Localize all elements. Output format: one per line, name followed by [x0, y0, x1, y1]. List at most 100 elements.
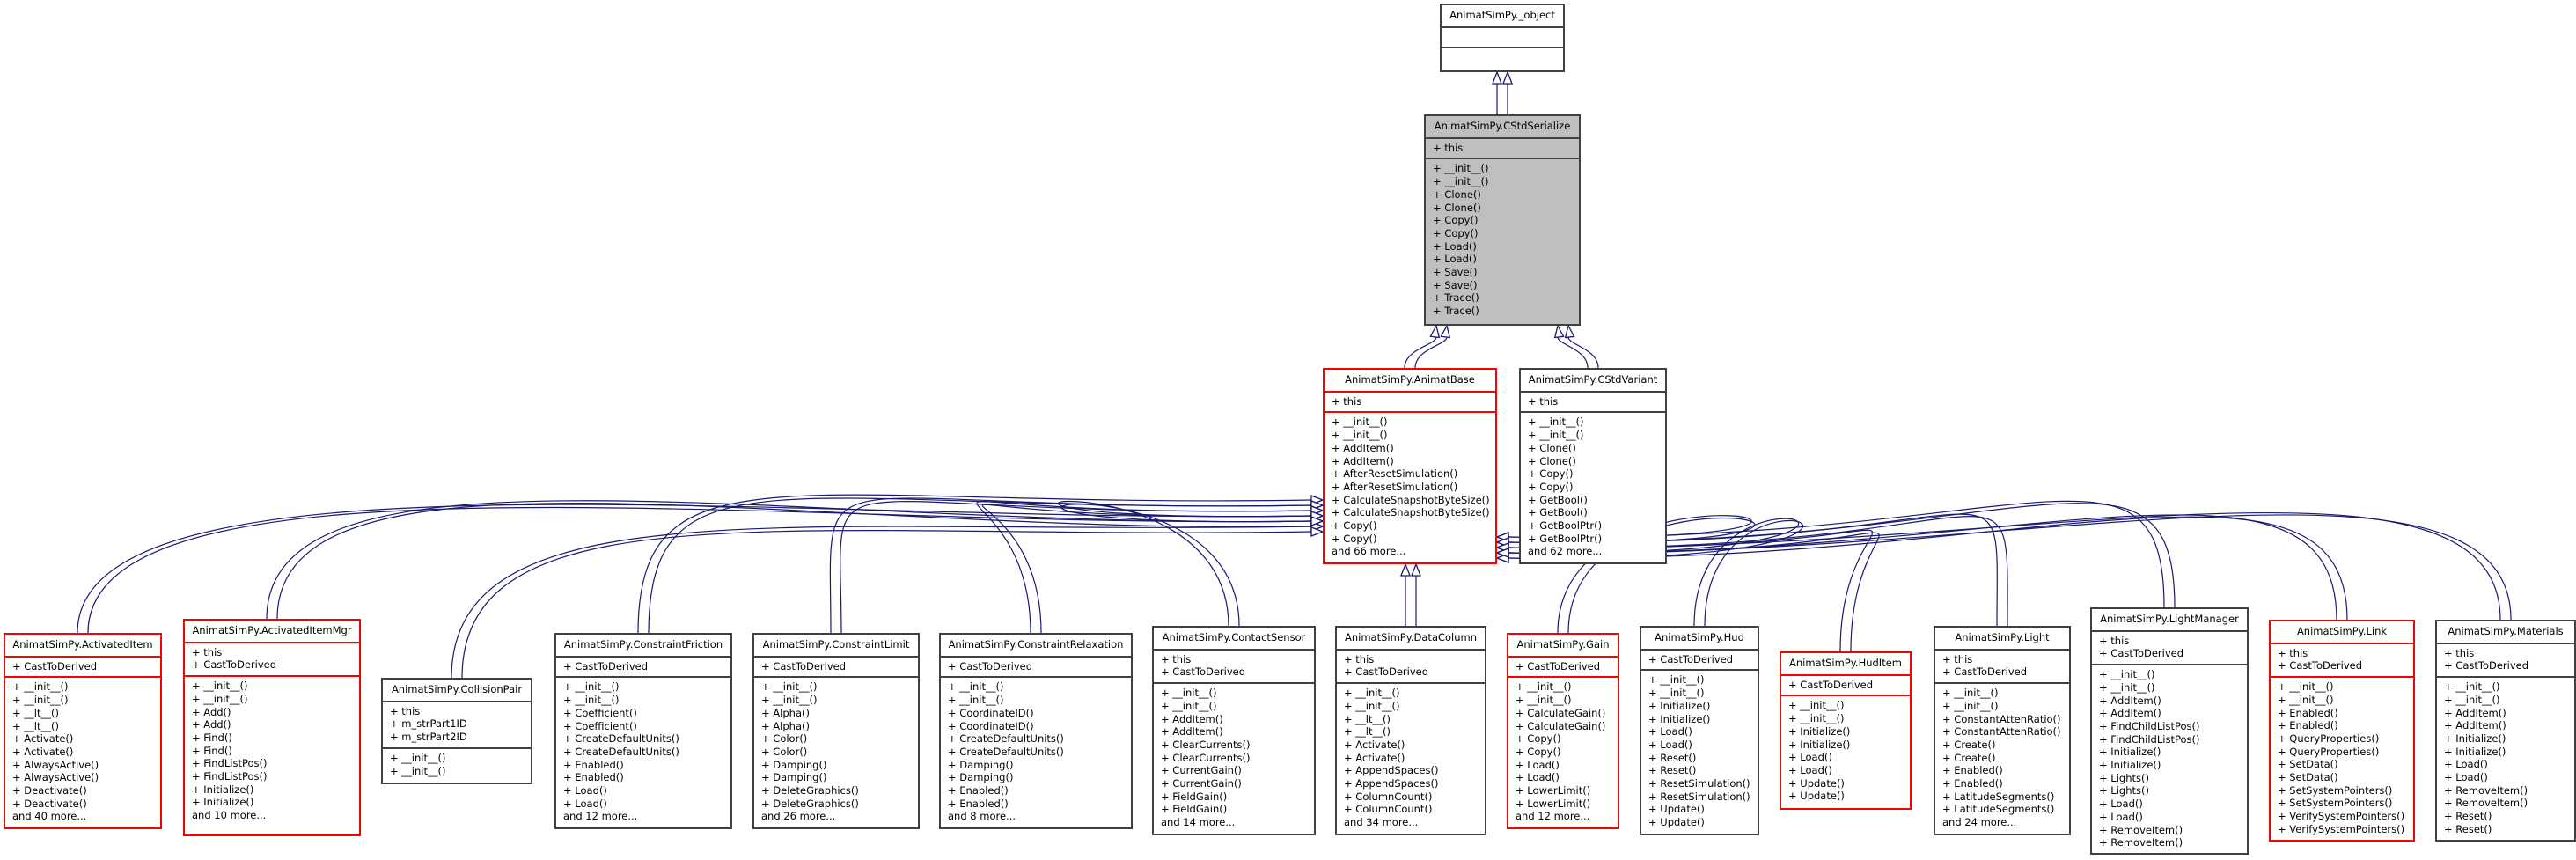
hollow-arrow-icon [1411, 562, 1421, 577]
more-members-link[interactable]: and 34 more... [1344, 816, 1478, 829]
method-item: + __init__() [1344, 699, 1400, 712]
method-item: + LowerLimit() [1516, 797, 1591, 810]
class-name[interactable]: AnimatSimPy.HudItem [1781, 653, 1910, 676]
methods-section: + __init__() + __init__() + ConstantAttenR… [1935, 684, 2069, 833]
method-item: + Enabled() [563, 758, 624, 771]
class-box-collisionpair[interactable]: AnimatSimPy.CollisionPair + this + m_strPa… [381, 678, 532, 784]
method-item: + AfterResetSimulation() [1332, 467, 1458, 481]
attribute-item: + this [1332, 394, 1362, 408]
methods-section: + __init__() + __init__() + AddItem() + Add… [1154, 684, 1314, 833]
methods-section: + __init__() + __init__() + AddItem() + Add… [2437, 678, 2574, 839]
class-name[interactable]: AnimatSimPy.ConstraintLimit [754, 635, 918, 658]
more-members-link[interactable]: and 26 more... [761, 810, 911, 823]
attribute-item: + this [390, 704, 421, 717]
class-name[interactable]: AnimatSimPy.CStdVariant [1521, 370, 1665, 393]
more-members-link[interactable]: and 24 more... [1942, 816, 2062, 829]
class-box-activateditemmgr[interactable]: AnimatSimPy.ActivatedItemMgr + this + Cast… [183, 619, 361, 836]
class-name[interactable]: AnimatSimPy.Hud [1641, 628, 1758, 651]
method-item: + Trace() [1433, 305, 1479, 318]
class-box-datacolumn[interactable]: AnimatSimPy.DataColumn + this + CastToDeri… [1335, 626, 1486, 835]
class-box-animatbase[interactable]: AnimatSimPy.AnimatBase + this + __init__()… [1323, 368, 1497, 564]
method-item: + __init__() [761, 680, 818, 694]
method-item: + Copy() [1433, 226, 1479, 239]
class-name[interactable]: AnimatSimPy.DataColumn [1337, 628, 1485, 651]
class-name[interactable]: AnimatSimPy.ActivatedItemMgr [185, 621, 359, 643]
method-item: + Enabled() [2278, 719, 2338, 732]
method-item: + FieldGain() [1161, 790, 1228, 803]
class-name[interactable]: AnimatSimPy.Gain [1508, 635, 1618, 658]
method-item: + SetData() [2278, 758, 2338, 771]
class-box-object[interactable]: AnimatSimPy._object [1440, 4, 1565, 72]
class-name[interactable]: AnimatSimPy.ConstraintFriction [556, 635, 730, 658]
class-box-hud[interactable]: AnimatSimPy.Hud + CastToDerived + __init__… [1640, 626, 1759, 835]
method-item: + __init__() [390, 764, 446, 777]
class-name[interactable]: AnimatSimPy.AnimatBase [1325, 370, 1495, 393]
class-box-light[interactable]: AnimatSimPy.Light + this + CastToDerived + … [1934, 626, 2071, 835]
more-members-link[interactable]: and 12 more... [1516, 810, 1611, 823]
more-members-link[interactable]: and 40 more... [12, 810, 153, 823]
class-box-constraintrelaxation[interactable]: AnimatSimPy.ConstraintRelaxation + CastTo… [939, 633, 1133, 829]
class-name[interactable]: AnimatSimPy._object [1442, 5, 1563, 28]
method-item: + __init__() [1788, 699, 1845, 712]
class-box-cstdvariant[interactable]: AnimatSimPy.CStdVariant + this + __init__(… [1519, 368, 1667, 564]
method-item: + Color() [761, 732, 808, 746]
inheritance-edge-constraintrelaxation [981, 504, 1312, 634]
hollow-arrow-icon [1429, 324, 1441, 339]
method-item: + Damping() [948, 758, 1014, 771]
method-item: + Load() [563, 797, 607, 810]
methods-section: + __init__() + __init__() + AddItem() + Add… [1325, 413, 1495, 562]
method-item: + AlwaysActive() [12, 771, 99, 784]
methods-section [1442, 48, 1563, 67]
more-members-link[interactable]: and 10 more... [192, 809, 352, 822]
more-members-link[interactable]: and 66 more... [1332, 545, 1488, 558]
class-box-constraintfriction[interactable]: AnimatSimPy.ConstraintFriction + CastToDe… [554, 633, 732, 829]
more-members-link[interactable]: and 8 more... [948, 810, 1124, 823]
class-name[interactable]: AnimatSimPy.ContactSensor [1154, 628, 1314, 651]
method-item: + AfterResetSimulation() [1332, 480, 1458, 493]
hollow-arrow-icon [1440, 324, 1451, 339]
inheritance-edge-animatbase [1414, 336, 1448, 369]
class-name[interactable]: AnimatSimPy.ConstraintRelaxation [941, 635, 1131, 658]
class-name[interactable]: AnimatSimPy.CollisionPair [383, 680, 531, 702]
class-name[interactable]: AnimatSimPy.CStdSerialize [1426, 116, 1579, 139]
method-item: + GetBool() [1528, 506, 1588, 519]
method-item: + CalculateGain() [1516, 706, 1606, 719]
class-box-gain[interactable]: AnimatSimPy.Gain + CastToDerived + __init_… [1507, 633, 1619, 829]
class-name[interactable]: AnimatSimPy.LightManager [2092, 609, 2247, 632]
method-item: + __init__() [563, 694, 620, 707]
method-item: + Enabled() [2278, 706, 2338, 719]
more-members-link[interactable]: and 12 more... [563, 810, 723, 823]
class-name[interactable]: AnimatSimPy.Materials [2437, 621, 2574, 644]
class-box-huditem[interactable]: AnimatSimPy.HudItem + CastToDerived + __in… [1780, 651, 1912, 810]
method-item: + Load() [1788, 763, 1832, 776]
methods-section: + __init__() + __init__() + Enabled() + Ena… [2271, 678, 2413, 839]
method-item: + __init__() [761, 694, 818, 707]
methods-section: + __init__() + __init__() + Add() + Add() + … [185, 677, 359, 826]
more-members-link[interactable]: and 62 more... [1528, 545, 1658, 558]
method-item: + AlwaysActive() [12, 758, 99, 771]
class-box-activateditem[interactable]: AnimatSimPy.ActivatedItem + CastToDerived… [4, 633, 162, 829]
attributes-section: + this + CastToDerived [2437, 644, 2574, 679]
class-box-materials[interactable]: AnimatSimPy.Materials + this + CastToDeriv… [2435, 620, 2576, 842]
class-box-contactsensor[interactable]: AnimatSimPy.ContactSensor + this + CastToD… [1152, 626, 1316, 835]
method-item: + Deactivate() [12, 797, 87, 810]
method-item: + Alpha() [761, 706, 810, 719]
inheritance-edge-contactsensor [1060, 504, 1312, 627]
method-item: + __init__() [948, 680, 1004, 694]
class-name[interactable]: AnimatSimPy.Link [2271, 621, 2413, 644]
more-members-link[interactable]: and 14 more... [1161, 816, 1307, 829]
class-name[interactable]: AnimatSimPy.Light [1935, 628, 2069, 651]
class-box-constraintlimit[interactable]: AnimatSimPy.ConstraintLimit + CastToDeriv… [752, 633, 920, 829]
class-box-cstdserialize[interactable]: AnimatSimPy.CStdSerialize + this + __init_… [1424, 114, 1581, 326]
class-name[interactable]: AnimatSimPy.ActivatedItem [5, 635, 160, 658]
method-item: + LowerLimit() [1516, 784, 1591, 798]
method-item: + FindChildListPos() [2099, 732, 2200, 746]
method-item: + Load() [2444, 758, 2488, 771]
class-box-lightmanager[interactable]: AnimatSimPy.LightManager + this + CastToDe… [2090, 607, 2249, 855]
attribute-item: + this [1161, 652, 1192, 665]
method-item: + Enabled() [563, 771, 624, 784]
class-box-link[interactable]: AnimatSimPy.Link + this + CastToDerived + _… [2269, 620, 2415, 842]
method-item: + __init__() [563, 680, 620, 694]
method-item: + CreateDefaultUnits() [948, 732, 1064, 746]
method-item: + ClearCurrents() [1161, 738, 1251, 751]
